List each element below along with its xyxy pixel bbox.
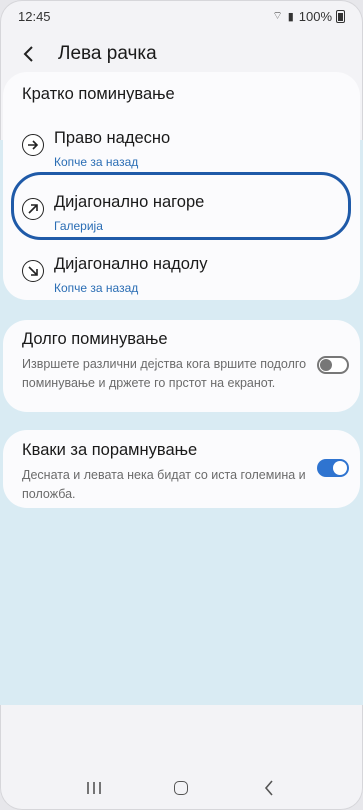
- wifi-icon: ⌔: [272, 10, 284, 22]
- battery-icon: [336, 9, 345, 23]
- long-swipe-row[interactable]: Долго поминување Извршете различни дејст…: [22, 330, 345, 393]
- long-swipe-title: Долго поминување: [22, 330, 168, 348]
- option-label: Дијагонално нагоре: [54, 193, 205, 211]
- arrow-down-right-icon: [22, 260, 44, 282]
- option-label: Право надесно: [54, 129, 171, 147]
- status-time: 12:45: [18, 8, 51, 24]
- chevron-left-icon: [23, 46, 33, 62]
- navigation-bar: [0, 766, 363, 810]
- option-action: Галерија: [54, 219, 103, 233]
- back-arrow-icon: [265, 780, 273, 796]
- handles-title: Кваки за порамнување: [22, 441, 198, 459]
- option-diagonal-down[interactable]: Дијагонално надолу Копче за назад: [22, 252, 343, 304]
- recents-icon: [87, 782, 101, 794]
- option-diagonal-up[interactable]: Дијагонално нагоре Галерија: [22, 190, 343, 242]
- option-straight-right[interactable]: Право надесно Копче за назад: [22, 126, 343, 178]
- option-action: Копче за назад: [54, 281, 139, 295]
- page-title: Лева рачка: [58, 43, 157, 64]
- arrow-right-icon: [22, 134, 44, 156]
- toggle-knob: [333, 461, 347, 475]
- nav-back-button[interactable]: [254, 773, 284, 803]
- handles-toggle[interactable]: [317, 459, 349, 477]
- phone-screen: 12:45 ⌔ ▮ 100% Лева рачка Кратко поминув…: [0, 0, 363, 810]
- handles-description: Десната и левата нека бидат со иста голе…: [22, 468, 306, 501]
- short-swipe-header: Кратко поминување: [22, 85, 175, 103]
- app-header: Лева рачка: [0, 32, 363, 76]
- arrow-up-right-icon: [22, 198, 44, 220]
- signal-icon: ▮: [287, 10, 295, 23]
- handles-row[interactable]: Кваки за порамнување Десната и левата не…: [22, 441, 345, 504]
- back-button[interactable]: [18, 43, 40, 65]
- long-swipe-toggle[interactable]: [317, 356, 349, 374]
- home-button[interactable]: [166, 773, 196, 803]
- home-icon: [174, 781, 189, 795]
- status-bar: 12:45 ⌔ ▮ 100%: [0, 0, 363, 32]
- option-label: Дијагонално надолу: [54, 255, 208, 273]
- option-action: Копче за назад: [54, 155, 139, 169]
- recents-button[interactable]: [79, 773, 109, 803]
- battery-percent: 100%: [298, 8, 332, 24]
- long-swipe-description: Извршете различни дејства кога вршите по…: [22, 357, 307, 390]
- toggle-knob: [320, 359, 332, 371]
